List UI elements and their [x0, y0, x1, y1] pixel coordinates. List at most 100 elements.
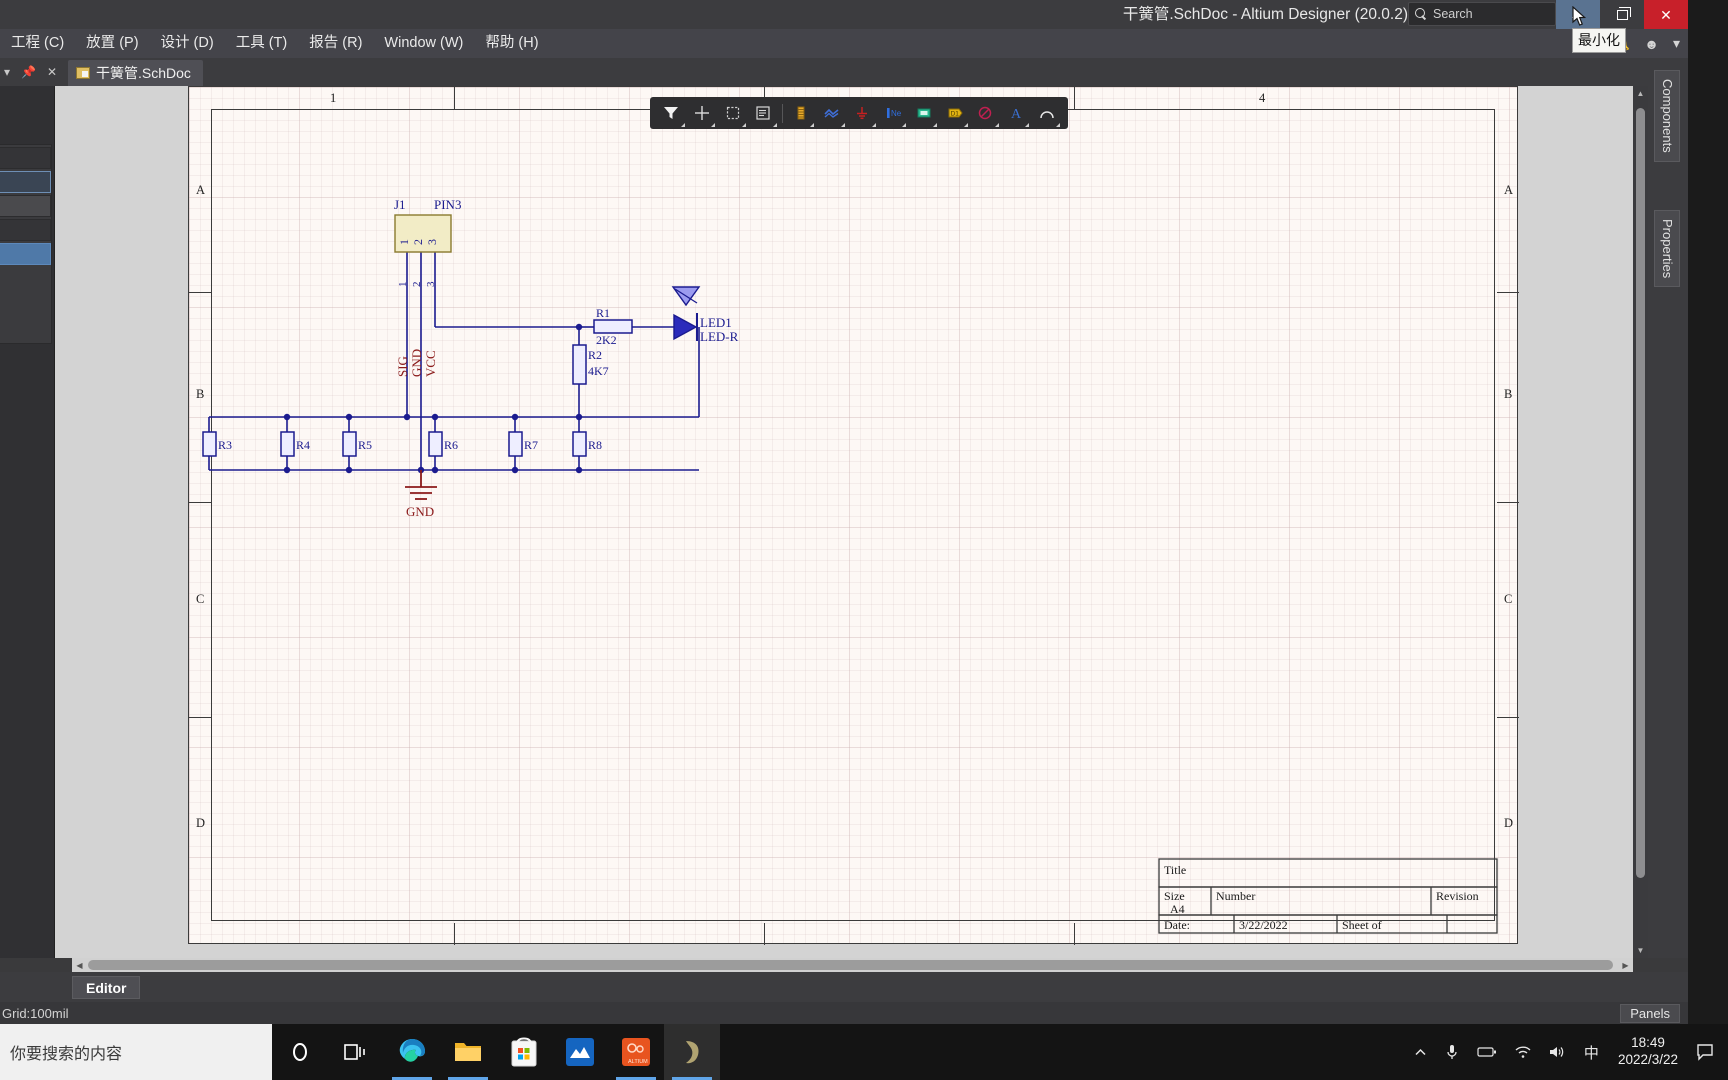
title-block-date-label: Date:	[1164, 918, 1190, 932]
tab-editor[interactable]: Editor	[72, 976, 141, 999]
scroll-left-icon[interactable]: ◀	[72, 958, 87, 972]
maximize-restore-button[interactable]	[1600, 0, 1644, 29]
file-explorer-icon[interactable]	[440, 1024, 496, 1080]
schematic-drawing[interactable]: J1 PIN3 1 2 3 1 2 3 SIG GND VCC R1 2K2 R…	[189, 87, 1519, 945]
menu-item-place[interactable]: 放置 (P)	[75, 29, 149, 58]
scroll-down-icon[interactable]: ▼	[1633, 943, 1648, 958]
resistor-r8-designator: R8	[588, 438, 602, 452]
search-input[interactable]: Search	[1408, 2, 1556, 26]
pin-icon[interactable]: 📌	[21, 65, 36, 79]
rectangle-icon[interactable]	[717, 98, 748, 128]
vertical-scroll-thumb[interactable]	[1636, 108, 1645, 878]
text-string-icon[interactable]: A	[1001, 98, 1032, 128]
microphone-icon[interactable]	[1436, 1044, 1468, 1060]
resistor-r2-body	[572, 344, 587, 385]
clock-time: 18:49	[1631, 1035, 1665, 1051]
list-item[interactable]	[0, 171, 51, 193]
altium-designer-icon[interactable]: ALTIUM	[608, 1024, 664, 1080]
resistor-r1-value: 2K2	[596, 333, 617, 347]
led1-designator: LED1	[700, 315, 732, 330]
connector-j1-comment: PIN3	[434, 197, 461, 212]
menu-item-design[interactable]: 设计 (D)	[150, 29, 225, 58]
resistor-r6-designator: R6	[444, 438, 458, 452]
left-dock-panel	[0, 86, 55, 958]
pin-lead-number-3: 3	[425, 281, 437, 287]
clock-date: 2022/3/22	[1617, 1052, 1678, 1067]
task-view-icon[interactable]	[328, 1024, 384, 1080]
pin-number-3: 3	[425, 239, 439, 245]
panels-button[interactable]: Panels	[1620, 1004, 1680, 1023]
resistor-r1-designator: R1	[596, 306, 610, 320]
altium-running-icon[interactable]	[664, 1024, 720, 1080]
chevron-down-icon[interactable]: ▾	[4, 65, 10, 79]
microsoft-store-icon[interactable]	[496, 1024, 552, 1080]
ime-indicator[interactable]: 中	[1575, 1042, 1608, 1063]
edge-icon[interactable]	[384, 1024, 440, 1080]
restore-icon	[1616, 6, 1631, 20]
component-icon[interactable]	[786, 98, 817, 128]
arc-icon[interactable]	[1031, 98, 1062, 128]
schematic-file-icon	[76, 67, 90, 79]
screen: 干簧管.SchDoc - Altium Designer (20.0.2) Se…	[0, 0, 1728, 1080]
led1-symbol	[671, 286, 701, 341]
document-tab-label: 干簧管.SchDoc	[96, 65, 191, 81]
tab-properties[interactable]: Properties	[1654, 210, 1680, 288]
list-item[interactable]	[0, 219, 51, 241]
chevron-up-icon[interactable]	[1405, 1046, 1436, 1059]
account-icon[interactable]: ☻	[1644, 36, 1659, 52]
menu-item-project[interactable]: 工程 (C)	[0, 29, 75, 58]
document-tab[interactable]: 干簧管.SchDoc	[68, 60, 203, 86]
taskbar-clock[interactable]: 18:49 2022/3/22	[1608, 1035, 1688, 1069]
schematic-editor-canvas[interactable]: 1 4 A B C D A B C D J1 PIN3 1 2 3 1 2 3 …	[55, 86, 1633, 958]
resistor-r4-designator: R4	[296, 438, 310, 452]
pin-number-2: 2	[411, 239, 425, 245]
window-title: 干簧管.SchDoc - Altium Designer (20.0.2)	[1122, 6, 1408, 23]
no-erc-icon[interactable]	[970, 98, 1001, 128]
gnd-power-port-icon[interactable]	[847, 98, 878, 128]
volume-icon[interactable]	[1540, 1045, 1575, 1059]
title-block-size-label: Size	[1164, 889, 1185, 903]
vertical-scrollbar[interactable]: ▲ ▼	[1633, 86, 1648, 958]
battery-icon[interactable]	[1468, 1046, 1506, 1058]
menu-item-reports[interactable]: 报告 (R)	[298, 29, 373, 58]
resistor-r2-designator: R2	[588, 348, 602, 362]
designator-icon[interactable]: D1	[939, 98, 970, 128]
close-button[interactable]: ✕	[1644, 0, 1688, 29]
mouse-cursor	[1572, 6, 1587, 26]
gnd-port-label: GND	[406, 504, 434, 519]
connector-j1-designator: J1	[394, 197, 406, 212]
menu-item-window[interactable]: Window (W)	[373, 29, 474, 58]
crosshair-place-icon[interactable]	[687, 98, 718, 128]
resistor-r5-designator: R5	[358, 438, 372, 452]
action-center-icon[interactable]	[1688, 1043, 1728, 1061]
scroll-up-icon[interactable]: ▲	[1633, 86, 1648, 101]
app-blue-icon[interactable]	[552, 1024, 608, 1080]
list-item[interactable]	[0, 195, 51, 217]
resistor-r7-body	[508, 431, 523, 457]
scroll-right-icon[interactable]: ▶	[1618, 958, 1633, 972]
horizontal-scrollbar[interactable]: ◀ ▶	[72, 958, 1633, 972]
taskbar-search-box[interactable]: 你要搜索的内容	[0, 1024, 272, 1080]
title-block-number-label: Number	[1216, 889, 1255, 903]
net-label-icon[interactable]: Net	[878, 98, 909, 128]
title-block-size-value: A4	[1170, 902, 1185, 916]
horizontal-scroll-thumb[interactable]	[88, 960, 1613, 970]
pin-lead-number-2: 2	[411, 282, 423, 288]
port-icon[interactable]	[908, 98, 939, 128]
chevron-down-icon[interactable]: ▾	[1673, 35, 1680, 52]
active-bar-toolbar[interactable]: Net D1 A	[650, 97, 1068, 129]
menu-item-tools[interactable]: 工具 (T)	[225, 29, 299, 58]
menu-item-help[interactable]: 帮助 (H)	[474, 29, 549, 58]
resistor-r8-body	[572, 431, 587, 457]
wire-icon[interactable]	[816, 98, 847, 128]
close-icon[interactable]: ✕	[47, 65, 57, 79]
search-icon	[1415, 7, 1428, 21]
sheet-symbol-icon[interactable]	[748, 98, 779, 128]
cortana-icon[interactable]	[272, 1024, 328, 1080]
projects-panel-list[interactable]	[0, 144, 52, 344]
list-item[interactable]	[0, 147, 51, 169]
wifi-icon[interactable]	[1506, 1045, 1540, 1059]
filter-icon[interactable]	[656, 98, 687, 128]
list-item-selected[interactable]	[0, 243, 51, 265]
tab-components[interactable]: Components	[1654, 70, 1680, 162]
